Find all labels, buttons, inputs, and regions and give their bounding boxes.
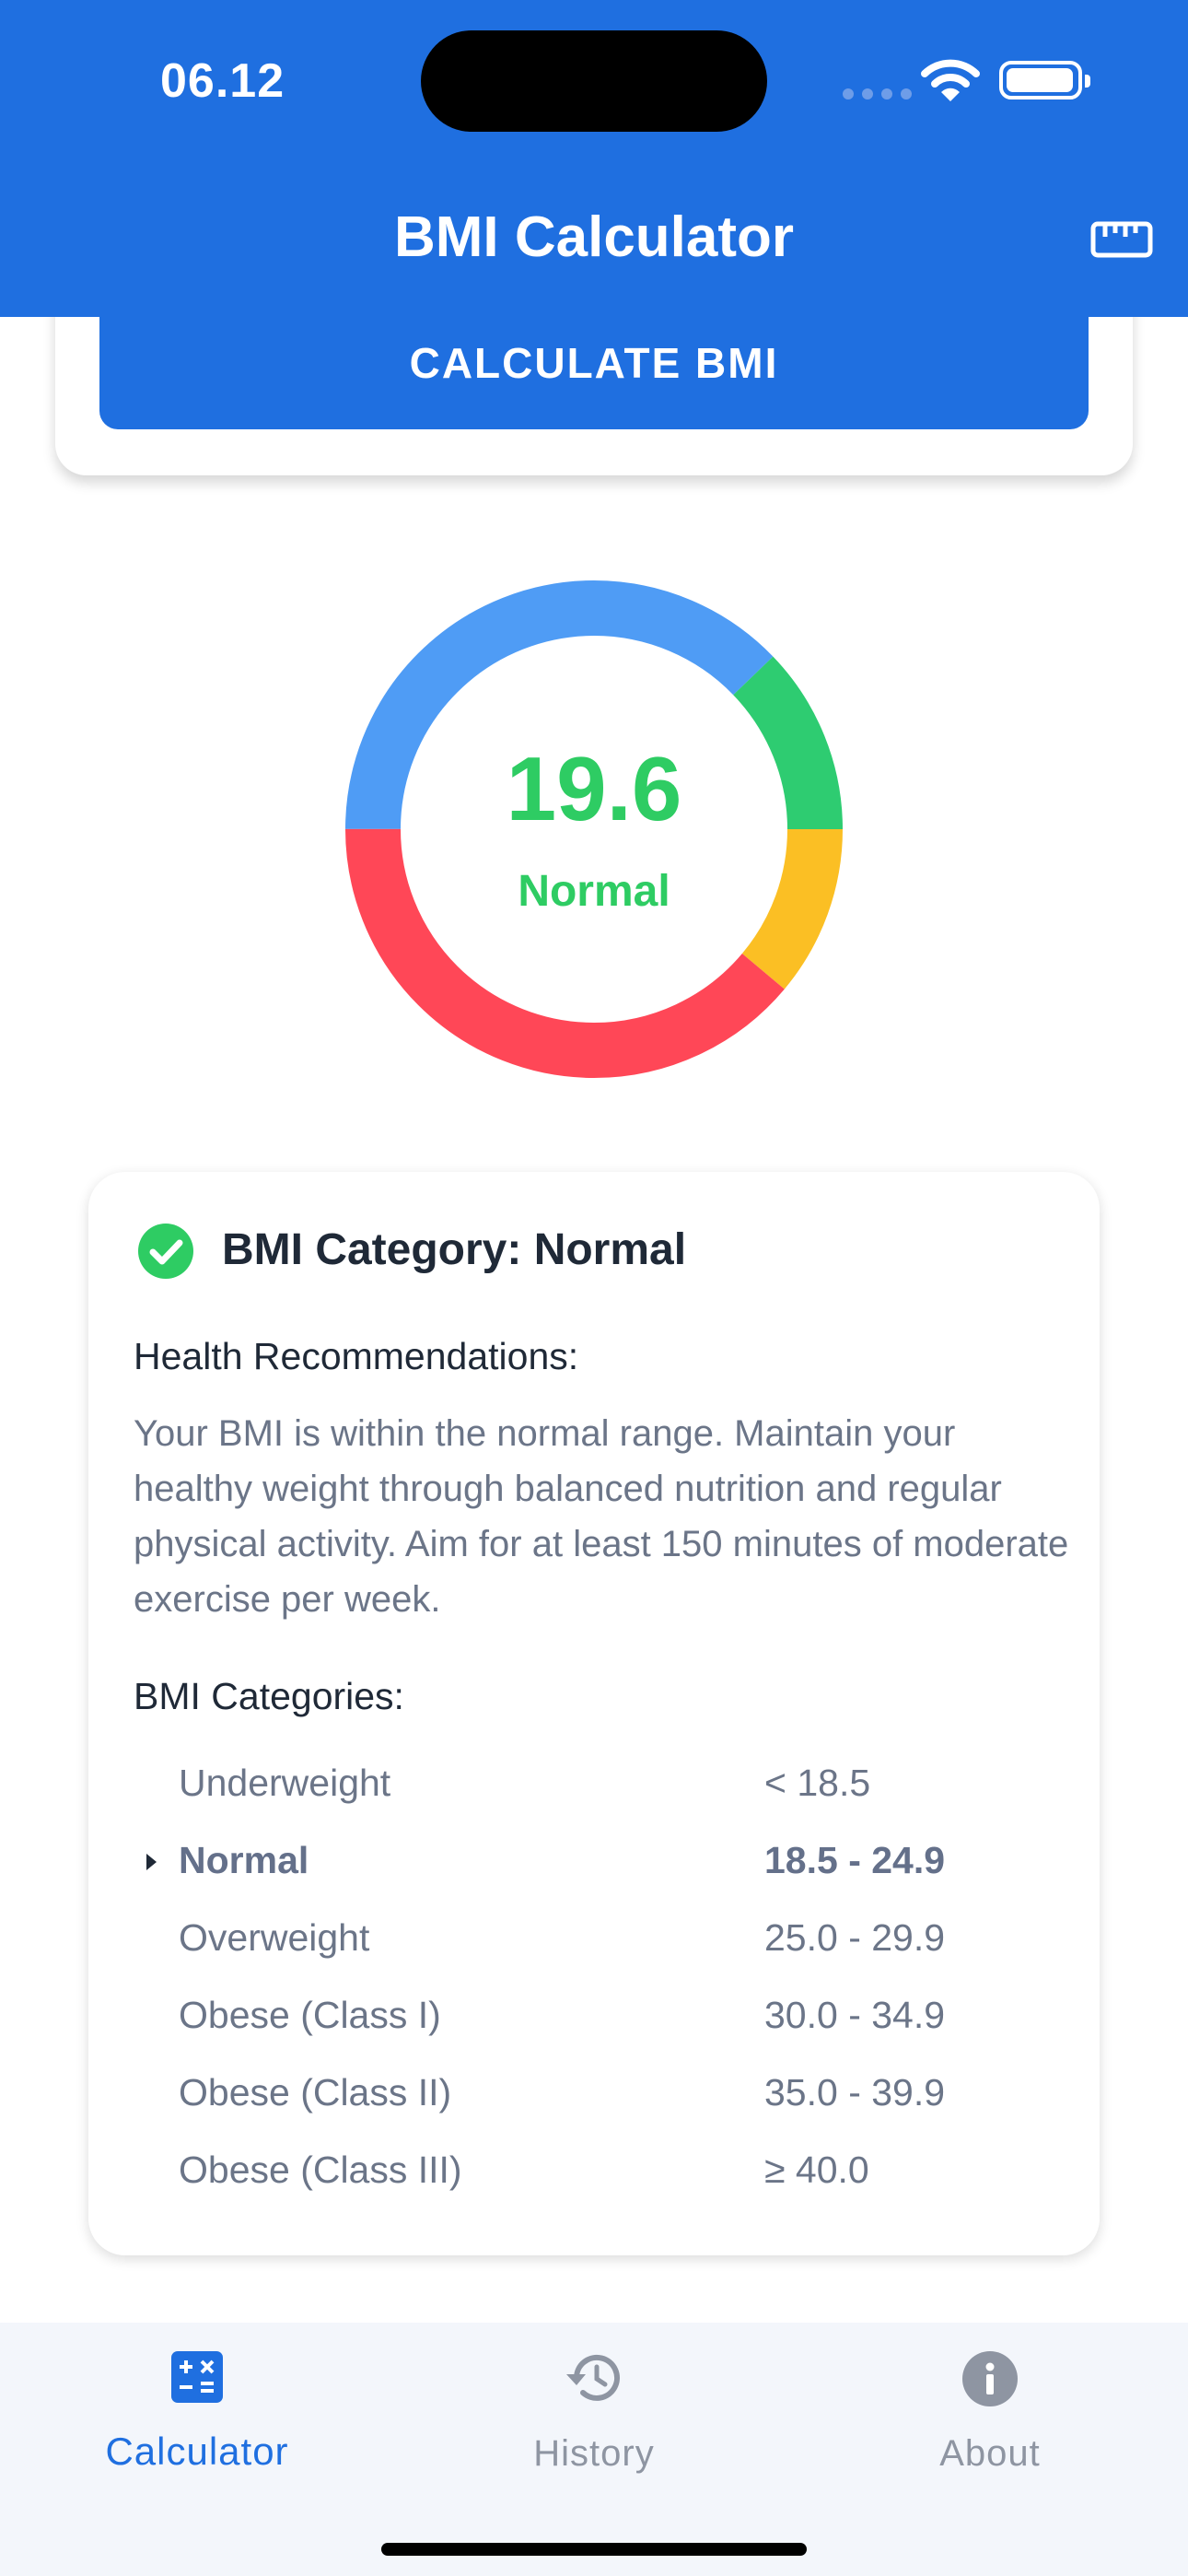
category-range: 30.0 - 34.9 bbox=[764, 1994, 946, 2036]
wifi-icon bbox=[921, 59, 980, 101]
category-range: ≥ 40.0 bbox=[764, 2149, 869, 2191]
current-indicator-icon bbox=[146, 1854, 157, 1870]
category-name: Obese (Class III) bbox=[179, 2149, 462, 2191]
battery-icon bbox=[999, 61, 1090, 100]
category-range: 25.0 - 29.9 bbox=[764, 1916, 946, 1959]
home-indicator bbox=[381, 2543, 807, 2556]
category-row-normal: Normal 18.5 - 24.9 bbox=[134, 1832, 1054, 1896]
tab-history[interactable]: History bbox=[456, 2323, 732, 2507]
check-circle-icon bbox=[138, 1224, 193, 1279]
dynamic-island bbox=[421, 30, 767, 132]
category-range: 35.0 - 39.9 bbox=[764, 2071, 946, 2113]
cellular-signal-icon bbox=[843, 88, 912, 100]
category-name: Underweight bbox=[179, 1762, 391, 1804]
app-header: 06.12 BMI Calculator bbox=[0, 0, 1188, 317]
category-row-obese-1: Obese (Class I) 30.0 - 34.9 bbox=[134, 1986, 1054, 2051]
history-icon bbox=[566, 2354, 620, 2401]
recommendations-text: Your BMI is within the normal range. Mai… bbox=[134, 1413, 1069, 1620]
tab-about[interactable]: About bbox=[852, 2323, 1128, 2507]
ruler-icon[interactable] bbox=[1090, 221, 1153, 258]
recommendations-heading: Health Recommendations: bbox=[134, 1335, 579, 1377]
info-icon bbox=[962, 2351, 1018, 2406]
tab-label: About bbox=[939, 2433, 1041, 2474]
category-name: Obese (Class I) bbox=[179, 1994, 441, 2036]
category-range: < 18.5 bbox=[764, 1762, 871, 1804]
category-row-overweight: Overweight 25.0 - 29.9 bbox=[134, 1909, 1054, 1973]
calculator-icon bbox=[171, 2351, 223, 2403]
category-row-obese-3: Obese (Class III) ≥ 40.0 bbox=[134, 2141, 1054, 2206]
tab-calculator[interactable]: Calculator bbox=[59, 2323, 335, 2507]
category-range: 18.5 - 24.9 bbox=[764, 1839, 946, 1881]
category-row-obese-2: Obese (Class II) 35.0 - 39.9 bbox=[134, 2064, 1054, 2128]
page-title: BMI Calculator bbox=[393, 205, 795, 269]
tab-label: History bbox=[533, 2433, 655, 2474]
category-name: Normal bbox=[179, 1839, 309, 1881]
category-name: Overweight bbox=[179, 1916, 370, 1959]
status-time: 06.12 bbox=[160, 54, 285, 108]
category-title: BMI Category: Normal bbox=[222, 1225, 687, 1274]
categories-heading: BMI Categories: bbox=[134, 1675, 404, 1717]
tab-label: Calculator bbox=[105, 2430, 289, 2473]
bmi-value: 19.6 bbox=[506, 738, 682, 839]
category-row-underweight: Underweight < 18.5 bbox=[134, 1754, 1054, 1819]
category-name: Obese (Class II) bbox=[179, 2071, 452, 2113]
bmi-category-label: Normal bbox=[518, 867, 670, 916]
